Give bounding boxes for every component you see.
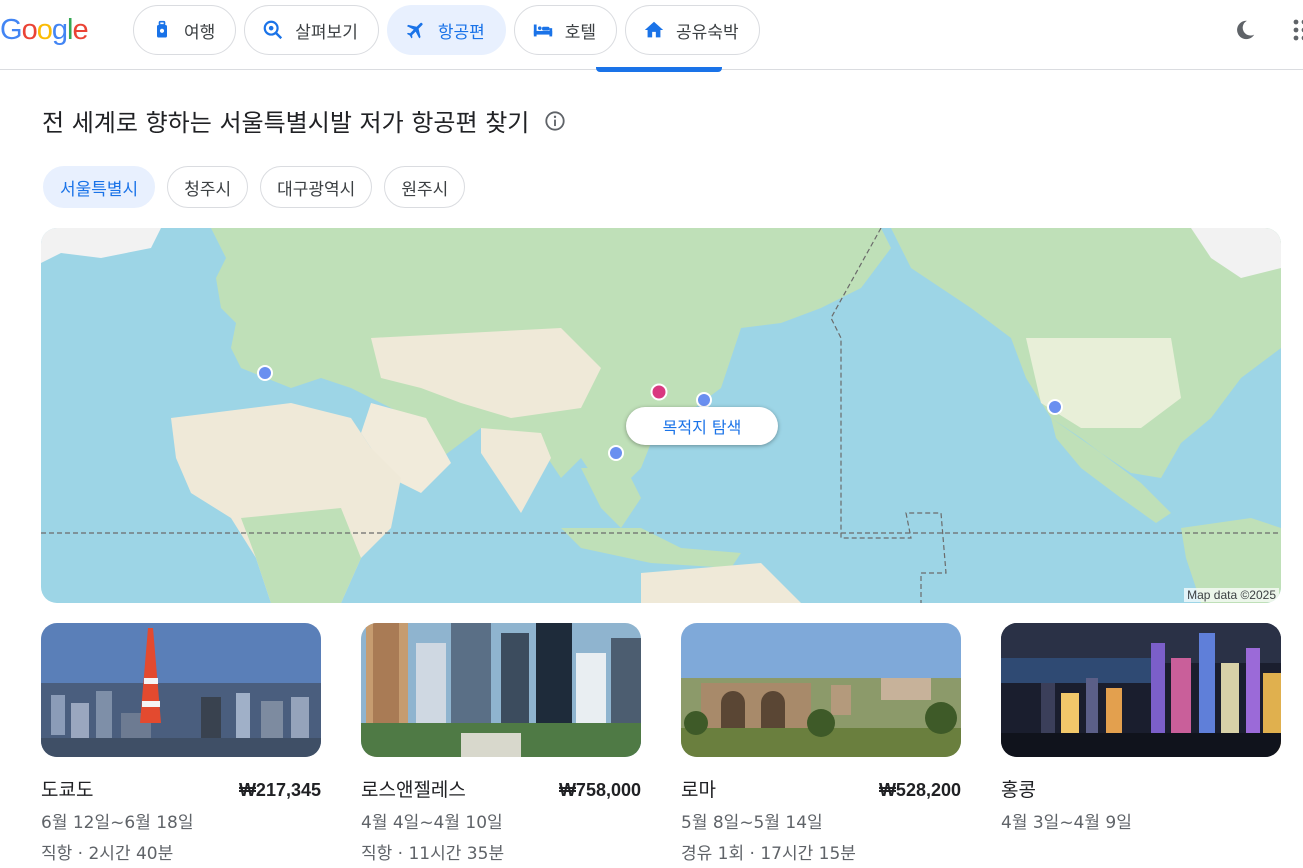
tab-hotels[interactable]: 호텔 xyxy=(513,5,618,55)
card-header-row: 홍콩 xyxy=(1001,775,1281,802)
tab-vacation-rentals[interactable]: 공유숙박 xyxy=(625,5,760,55)
origin-chips: 서울특별시 청주시 대구광역시 원주시 xyxy=(43,166,466,208)
destination-card-los-angeles[interactable]: 로스앤젤레스 ₩758,000 4월 4일~4월 10일 직항 · 11시간 3… xyxy=(361,623,641,864)
card-header-row: 로스앤젤레스 ₩758,000 xyxy=(361,775,641,802)
airplane-icon xyxy=(404,18,428,42)
destination-name: 로스앤젤레스 xyxy=(361,779,466,801)
chip-origin-seoul[interactable]: 서울특별시 xyxy=(43,166,156,208)
hong-kong-photo xyxy=(1001,623,1281,757)
chip-origin-daegu[interactable]: 대구광역시 xyxy=(260,166,373,208)
trip-dates: 5월 8일~5월 14일 xyxy=(681,813,823,833)
page-title: 전 세계로 향하는 서울특별시발 저가 항공편 찾기 xyxy=(42,103,567,138)
explore-destinations-button[interactable]: 목적지 탐색 xyxy=(626,407,778,445)
tab-flights-label: 항공편 xyxy=(437,22,485,43)
tab-travel[interactable]: 여행 xyxy=(133,5,237,55)
rome-photo xyxy=(681,623,961,757)
trip-dates: 6월 12일~6월 18일 xyxy=(41,813,194,833)
destination-card-rome[interactable]: 로마 ₩528,200 5월 8일~5월 14일 경유 1회 · 17시간 15… xyxy=(681,623,961,864)
destination-map[interactable]: 목적지 탐색 Map data ©2025 xyxy=(41,228,1281,603)
trip-dates: 4월 4일~4월 10일 xyxy=(361,813,503,833)
flight-info: 직항 · 2시간 40분 xyxy=(41,844,174,864)
page-title-text: 전 세계로 향하는 서울특별시발 저가 항공편 찾기 xyxy=(42,109,530,137)
tab-hotels-label: 호텔 xyxy=(564,22,597,43)
flight-info: 직항 · 11시간 35분 xyxy=(361,844,505,864)
pin-origin-seoul[interactable] xyxy=(650,383,668,401)
tab-explore[interactable]: 살펴보기 xyxy=(244,5,379,55)
destination-price: ₩217,345 xyxy=(238,780,321,800)
card-header-row: 로마 ₩528,200 xyxy=(681,775,961,802)
pin-tokyo[interactable] xyxy=(696,392,712,408)
chip-origin-cheongju[interactable]: 청주시 xyxy=(167,166,249,208)
tab-flights[interactable]: 항공편 xyxy=(386,5,506,55)
info-icon[interactable] xyxy=(543,109,567,133)
explore-icon xyxy=(261,18,285,42)
destination-name: 로마 xyxy=(681,779,716,801)
destination-cards: 도쿄도 ₩217,345 6월 12일~6월 18일 직항 · 2시간 40분 xyxy=(41,623,1303,868)
destination-name: 도쿄도 xyxy=(41,779,94,801)
apps-grid-icon[interactable] xyxy=(1286,17,1303,43)
moon-icon[interactable] xyxy=(1232,17,1258,43)
tab-explore-label: 살펴보기 xyxy=(295,22,358,43)
trip-dates: 4월 3일~4월 9일 xyxy=(1001,813,1132,833)
flight-info: 경유 1회 · 17시간 15분 xyxy=(681,844,856,864)
luggage-icon xyxy=(150,18,174,42)
pin-rome[interactable] xyxy=(257,365,273,381)
card-header-row: 도쿄도 ₩217,345 xyxy=(41,775,321,802)
active-tab-indicator xyxy=(596,67,722,72)
pin-los-angeles[interactable] xyxy=(1047,399,1063,415)
tab-travel-label: 여행 xyxy=(184,22,216,43)
map-credit: Map data ©2025 xyxy=(1184,588,1279,602)
los-angeles-photo xyxy=(361,623,641,757)
destination-price: ₩758,000 xyxy=(558,780,641,800)
destination-card-hong-kong[interactable]: 홍콩 4월 3일~4월 9일 xyxy=(1001,623,1281,833)
tab-vacation-rentals-label: 공유숙박 xyxy=(676,22,739,43)
tokyo-photo xyxy=(41,623,321,757)
top-header: Google 여행 살펴보기 항공편 호텔 공유숙박 xyxy=(0,0,1303,72)
destination-card-tokyo[interactable]: 도쿄도 ₩217,345 6월 12일~6월 18일 직항 · 2시간 40분 xyxy=(41,623,321,864)
chip-origin-wonju[interactable]: 원주시 xyxy=(384,166,466,208)
destination-name: 홍콩 xyxy=(1001,779,1036,801)
bed-icon xyxy=(531,18,555,42)
destination-price: ₩528,200 xyxy=(878,780,961,800)
google-logo[interactable]: Google xyxy=(0,14,89,47)
pin-hong-kong[interactable] xyxy=(608,445,624,461)
home-icon xyxy=(642,18,666,42)
travel-nav: 여행 살펴보기 항공편 호텔 공유숙박 xyxy=(133,5,760,55)
